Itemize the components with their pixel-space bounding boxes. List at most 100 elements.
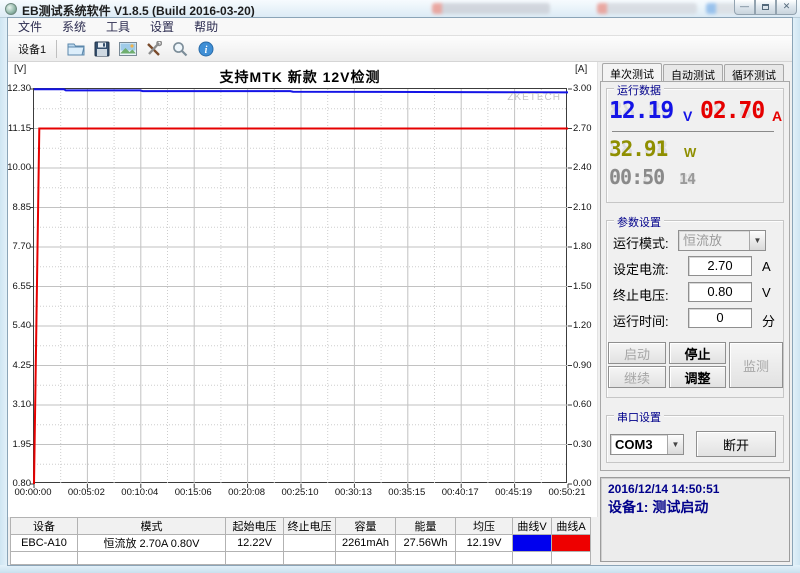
- maximize-button[interactable]: [755, 0, 776, 15]
- start-button[interactable]: 启动: [608, 342, 666, 364]
- axis-tick-label: 1.95: [12, 438, 32, 450]
- maximize-icon: [762, 4, 769, 10]
- axis-tick-label: 00:40:17: [441, 487, 479, 498]
- run-data-divider: [612, 131, 774, 132]
- axis-tick-label: 11.15: [7, 122, 31, 134]
- axis-tick-label: 00:20:08: [228, 487, 266, 498]
- watermark: ZKETECH: [507, 92, 561, 103]
- app-icon: [5, 3, 17, 15]
- svg-text:i: i: [205, 45, 208, 56]
- title-bar: EB测试系统软件 V1.8.5 (Build 2016-03-20) — ✕: [0, 0, 800, 18]
- set-current-label: 设定电流:: [613, 262, 669, 277]
- col-energy: 能量: [395, 517, 456, 535]
- stop-button[interactable]: 停止: [669, 342, 726, 364]
- tab-cycle-test[interactable]: 循环测试: [724, 64, 784, 82]
- toolbar: 设备1 i: [8, 36, 792, 62]
- cutoff-voltage-input[interactable]: 0.80: [688, 282, 752, 302]
- results-table: 设备 模式 起始电压 终止电压 容量 能量 均压 曲线V 曲线A EBC-A10…: [10, 517, 591, 565]
- tab-single-test[interactable]: 单次测试: [602, 63, 662, 81]
- export-image-icon[interactable]: [117, 39, 139, 59]
- param-group-label: 参数设置: [614, 214, 664, 230]
- open-folder-icon[interactable]: [65, 39, 87, 59]
- tools-icon[interactable]: [143, 39, 165, 59]
- axis-tick-label: 3.10: [12, 399, 32, 410]
- cell-start-v: 12.22V: [225, 534, 284, 552]
- col-mode: 模式: [77, 517, 226, 535]
- log-timestamp: 2016/12/14 14:50:51: [608, 482, 720, 496]
- run-data-label: 运行数据: [614, 82, 664, 98]
- app-window: EB测试系统软件 V1.8.5 (Build 2016-03-20) — ✕ 文…: [0, 0, 800, 573]
- axis-tick-label: 5.40: [12, 320, 32, 331]
- col-curve-v: 曲线V: [512, 517, 552, 535]
- tab-auto-test[interactable]: 自动测试: [663, 64, 723, 82]
- axis-tick-label: 00:00:00: [14, 487, 52, 498]
- cell-mode: 恒流放 2.70A 0.80V: [77, 534, 226, 552]
- menu-help[interactable]: 帮助: [184, 17, 228, 36]
- chart-title: 支持MTK 新款 12V检测: [219, 69, 381, 85]
- background-window-tab: [597, 3, 697, 14]
- save-icon[interactable]: [91, 39, 113, 59]
- test-mode-tabs: 单次测试 自动测试 循环测试: [602, 63, 785, 82]
- right-axis-unit-label: [A]: [575, 64, 588, 75]
- log-message: 设备1: 测试启动: [608, 499, 709, 515]
- chevron-down-icon: ▼: [749, 231, 765, 250]
- axis-tick-label: 00:45:19: [495, 487, 533, 498]
- axis-tick-label: 00:15:06: [174, 487, 212, 498]
- table-header-row: 设备 模式 起始电压 终止电压 容量 能量 均压 曲线V 曲线A: [10, 517, 591, 535]
- axis-tick-label: 6.55: [12, 280, 32, 292]
- run-time-input[interactable]: 0: [688, 308, 752, 328]
- background-window-tab: [432, 3, 550, 14]
- axis-tick-label: 00:10:04: [121, 487, 159, 498]
- minimize-button[interactable]: —: [734, 0, 755, 15]
- cell-avg-v: 12.19V: [455, 534, 513, 552]
- table-row[interactable]: EBC-A10 恒流放 2.70A 0.80V 12.22V 2261mAh 2…: [10, 534, 591, 552]
- table-empty-row: [10, 551, 591, 565]
- axis-tick-label: 00:50:21: [548, 487, 586, 498]
- axis-tick-label: 8.85: [12, 201, 32, 213]
- axis-tick-label: 00:35:15: [388, 487, 426, 498]
- menu-bar: 文件 系统 工具 设置 帮助: [8, 18, 792, 36]
- menu-tools[interactable]: 工具: [96, 17, 140, 36]
- cell-end-v: [283, 534, 336, 552]
- axis-tick-label: 10.00: [7, 162, 31, 173]
- elapsed-time-display: 88:88 00:50: [609, 165, 665, 189]
- cell-capacity: 2261mAh: [335, 534, 396, 552]
- menu-settings[interactable]: 设置: [140, 17, 184, 36]
- axis-tick-label: 4.25: [12, 359, 32, 371]
- menu-system[interactable]: 系统: [52, 17, 96, 36]
- window-border-bottom: [0, 565, 800, 573]
- plot-area: [30, 88, 572, 488]
- mode-select[interactable]: 恒流放 ▼: [678, 230, 766, 251]
- continue-button[interactable]: 继续: [608, 366, 666, 388]
- left-axis-unit-label: [V]: [14, 64, 27, 75]
- cell-curve-v-swatch: [512, 534, 552, 552]
- voltage-display: 88.88 12.19: [609, 98, 674, 124]
- col-curve-a: 曲线A: [551, 517, 591, 535]
- mode-label: 运行模式:: [613, 236, 669, 251]
- col-capacity: 容量: [335, 517, 396, 535]
- adjust-button[interactable]: 调整: [669, 366, 726, 388]
- col-avg-v: 均压: [455, 517, 513, 535]
- serial-group-label: 串口设置: [614, 409, 664, 425]
- set-current-input[interactable]: 2.70: [688, 256, 752, 276]
- chevron-down-icon: ▼: [667, 435, 683, 454]
- run-time-unit: 分: [762, 314, 776, 329]
- power-unit: W: [684, 145, 697, 160]
- zoom-icon[interactable]: [169, 39, 191, 59]
- set-current-unit: A: [762, 259, 771, 274]
- menu-file[interactable]: 文件: [8, 17, 52, 36]
- monitor-button[interactable]: 监测: [729, 342, 783, 388]
- disconnect-button[interactable]: 断开: [696, 431, 776, 457]
- cell-curve-a-swatch: [551, 534, 591, 552]
- log-box: 2016/12/14 14:50:51 设备1: 测试启动: [600, 477, 790, 562]
- axis-tick-label: 00:25:10: [281, 487, 319, 498]
- axis-tick-label: 00:05:02: [67, 487, 105, 498]
- close-button[interactable]: ✕: [776, 0, 797, 15]
- cell-energy: 27.56Wh: [395, 534, 456, 552]
- info-icon[interactable]: i: [195, 39, 217, 59]
- current-unit: A: [772, 108, 783, 124]
- device-tab[interactable]: 设备1: [8, 37, 54, 61]
- cell-device: EBC-A10: [10, 534, 78, 552]
- col-device: 设备: [10, 517, 78, 535]
- com-port-select[interactable]: COM3 ▼: [610, 434, 684, 455]
